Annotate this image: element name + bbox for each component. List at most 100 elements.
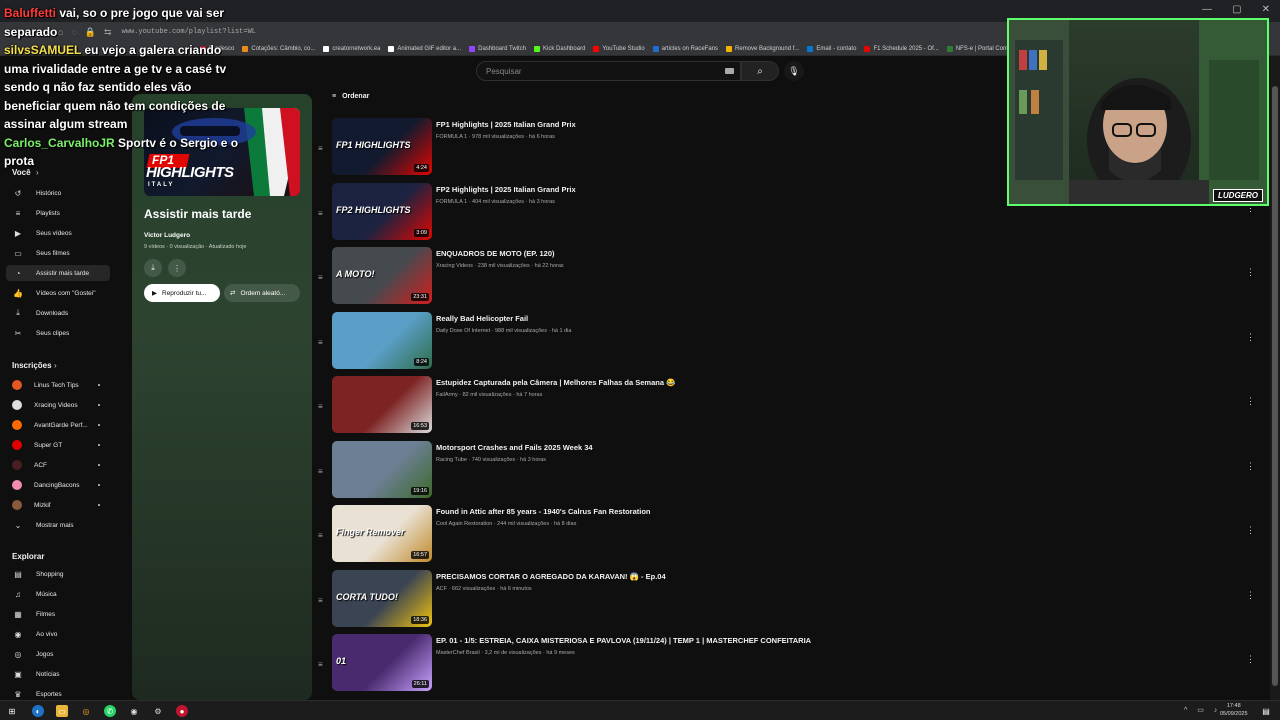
video-row[interactable]: ≡ Finger Remover 16:57 Found in Attic after…	[314, 505, 1264, 563]
video-row[interactable]: ≡ A MOTO! 23:31 ENQUADROS DE MOTO (EP. 120)…	[314, 247, 1264, 305]
video-thumbnail[interactable]: 8:24	[332, 311, 432, 369]
explore-item[interactable]: ◎ Jogos	[6, 646, 110, 662]
explore-item[interactable]: ▣ Notícias	[6, 666, 110, 682]
video-thumbnail[interactable]: FP1 HIGHLIGHTS 4:24	[332, 118, 432, 175]
video-thumbnail[interactable]: A MOTO! 23:31	[332, 247, 432, 304]
taskbar-clock[interactable]: 17:48 05/09/2025	[1220, 702, 1248, 718]
video-row[interactable]: ≡ 01 26:11 EP. 01 - 1/5: ESTREIA, CAIXA MIS…	[314, 634, 1264, 692]
sidebar-item[interactable]: ✂ Seus clipes	[6, 325, 110, 341]
video-title[interactable]: Really Bad Helicopter Fail	[436, 314, 528, 323]
video-title[interactable]: Estupidez Capturada pela Câmera | Melhor…	[436, 378, 675, 387]
windows-start-icon[interactable]: ⊞	[6, 705, 18, 717]
scrollbar-thumb[interactable]	[1272, 86, 1278, 686]
explore-item[interactable]: ◉ Ao vivo	[6, 626, 110, 642]
system-tray[interactable]: ^ ▭ ♪	[1184, 706, 1221, 714]
more-options-icon[interactable]: ⋮	[1246, 396, 1255, 407]
play-all-button[interactable]: ▶ Reproduzir tu...	[144, 284, 220, 302]
settings-icon[interactable]: ⚙	[152, 705, 164, 717]
drag-handle-icon[interactable]: ≡	[318, 273, 323, 282]
notifications-icon[interactable]: ▤	[1260, 705, 1272, 717]
drag-handle-icon[interactable]: ≡	[318, 660, 323, 669]
video-thumbnail[interactable]: Finger Remover 16:57	[332, 505, 432, 562]
drag-handle-icon[interactable]: ≡	[318, 209, 323, 218]
more-options-icon[interactable]: ⋮	[1246, 461, 1255, 472]
subscription-item[interactable]: Super GT	[6, 437, 110, 453]
drag-handle-icon[interactable]: ≡	[318, 144, 323, 153]
subscription-item[interactable]: ACF	[6, 457, 110, 473]
page-scrollbar[interactable]	[1270, 56, 1280, 700]
bookmark-item[interactable]: Email - contato	[807, 45, 856, 52]
bookmark-item[interactable]: articles on RaceFans	[652, 45, 718, 52]
video-title[interactable]: Motorsport Crashes and Fails 2025 Week 3…	[436, 443, 593, 452]
sort-button[interactable]: ≡ Ordenar	[332, 93, 369, 100]
subscription-item[interactable]: Mizkif	[6, 497, 110, 513]
video-row[interactable]: ≡ 16:53 Estupidez Capturada pela Câmera | …	[314, 376, 1264, 434]
video-title[interactable]: FP2 Highlights | 2025 Italian Grand Prix	[436, 185, 576, 194]
explore-item[interactable]: ▤ Shopping	[6, 566, 110, 582]
file-explorer-icon[interactable]: ▭	[56, 705, 68, 717]
video-row[interactable]: ≡ 19:16 Motorsport Crashes and Fails 2025 …	[314, 440, 1264, 499]
browser-icon[interactable]: ◐	[32, 705, 44, 717]
minimize-icon[interactable]: —	[1202, 4, 1212, 15]
sidebar-item[interactable]: ⤓ Downloads	[6, 305, 110, 321]
show-more-button[interactable]: ⌄ Mostrar mais	[6, 517, 110, 533]
explore-item[interactable]: ♫ Música	[6, 586, 110, 602]
video-thumbnail[interactable]: FP2 HIGHLIGHTS 3:09	[332, 182, 432, 240]
firefox-icon[interactable]: ◎	[80, 705, 92, 717]
subscription-item[interactable]: AvantGarde Perf...	[6, 417, 110, 433]
bookmark-item[interactable]: Animated GIF editor a...	[388, 45, 461, 52]
keyboard-icon[interactable]	[725, 68, 734, 74]
video-thumbnail[interactable]: 16:53	[332, 376, 432, 433]
obs-icon[interactable]: ◉	[128, 705, 140, 717]
video-thumbnail[interactable]: 19:16	[332, 440, 432, 498]
video-title[interactable]: ENQUADROS DE MOTO (EP. 120)	[436, 249, 555, 258]
video-thumbnail[interactable]: CORTA TUDO! 18:36	[332, 569, 432, 627]
more-options-icon[interactable]: ⋮	[1246, 654, 1255, 665]
voice-search-button[interactable]: 🎙	[784, 61, 804, 81]
drag-handle-icon[interactable]: ≡	[318, 596, 323, 605]
sidebar-item[interactable]: ↺ Histórico	[6, 185, 110, 201]
video-title[interactable]: EP. 01 - 1/5: ESTREIA, CAIXA MISTERIOSA …	[436, 636, 811, 645]
sidebar-item[interactable]: ▭ Seus filmes	[6, 245, 110, 261]
playlist-owner[interactable]: Victor Ludgero	[144, 232, 190, 239]
close-icon[interactable]: ✕	[1262, 4, 1270, 15]
more-options-icon[interactable]: ⋮	[168, 259, 186, 277]
search-input[interactable]: Pesquisar	[476, 61, 741, 81]
bookmark-item[interactable]: Kick Dashboard	[534, 45, 585, 52]
subscriptions-heading[interactable]: Inscrições	[12, 361, 52, 370]
maximize-icon[interactable]: ▢	[1232, 4, 1241, 15]
explore-item[interactable]: ▦ Filmes	[6, 606, 110, 622]
whatsapp-icon[interactable]: ✆	[104, 705, 116, 717]
video-row[interactable]: ≡ 8:24 Really Bad Helicopter Fail Daily Dos…	[314, 311, 1264, 370]
bookmark-item[interactable]: Remove Background f...	[726, 45, 799, 52]
drag-handle-icon[interactable]: ≡	[318, 402, 323, 411]
bookmark-item[interactable]: Cotações: Câmbio, co...	[242, 45, 315, 52]
bookmark-item[interactable]: creatornetwork.ea	[323, 45, 380, 52]
subscription-item[interactable]: DancingBacons	[6, 477, 110, 493]
download-icon[interactable]: ⤓	[144, 259, 162, 277]
more-options-icon[interactable]: ⋮	[1246, 525, 1255, 536]
search-button[interactable]: ⌕	[741, 61, 779, 81]
sidebar-item[interactable]: ≡ Playlists	[6, 205, 110, 221]
more-options-icon[interactable]: ⋮	[1246, 590, 1255, 601]
video-title[interactable]: FP1 Highlights | 2025 Italian Grand Prix	[436, 120, 576, 129]
video-row[interactable]: ≡ CORTA TUDO! 18:36 PRECISAMOS CORTAR O AGR…	[314, 569, 1264, 628]
bookmark-item[interactable]: NFS-e | Portal Contri...	[946, 45, 1016, 52]
video-thumbnail[interactable]: 01 26:11	[332, 634, 432, 691]
more-options-icon[interactable]: ⋮	[1246, 267, 1255, 278]
sidebar-item[interactable]: ▶ Seus vídeos	[6, 225, 110, 241]
app-icon[interactable]: ●	[176, 705, 188, 717]
shuffle-button[interactable]: ⇄ Ordem aleató...	[224, 284, 300, 302]
drag-handle-icon[interactable]: ≡	[318, 531, 323, 540]
sidebar-item[interactable]: ◔ Assistir mais tarde	[6, 265, 110, 281]
bookmark-item[interactable]: Dashboard Twitch	[469, 45, 526, 52]
bookmark-item[interactable]: YouTube Studio	[593, 45, 645, 52]
bookmark-item[interactable]: F1 Schedule 2025 - Of...	[864, 45, 939, 52]
video-title[interactable]: Found in Attic after 85 years - 1940's C…	[436, 507, 650, 516]
sidebar-item[interactable]: 👍 Vídeos com "Gostei"	[6, 285, 110, 301]
more-options-icon[interactable]: ⋮	[1246, 332, 1255, 343]
drag-handle-icon[interactable]: ≡	[318, 338, 323, 347]
drag-handle-icon[interactable]: ≡	[318, 467, 323, 476]
video-title[interactable]: PRECISAMOS CORTAR O AGREGADO DA KARAVAN!…	[436, 572, 666, 581]
subscription-item[interactable]: Xracing Videos	[6, 397, 110, 413]
